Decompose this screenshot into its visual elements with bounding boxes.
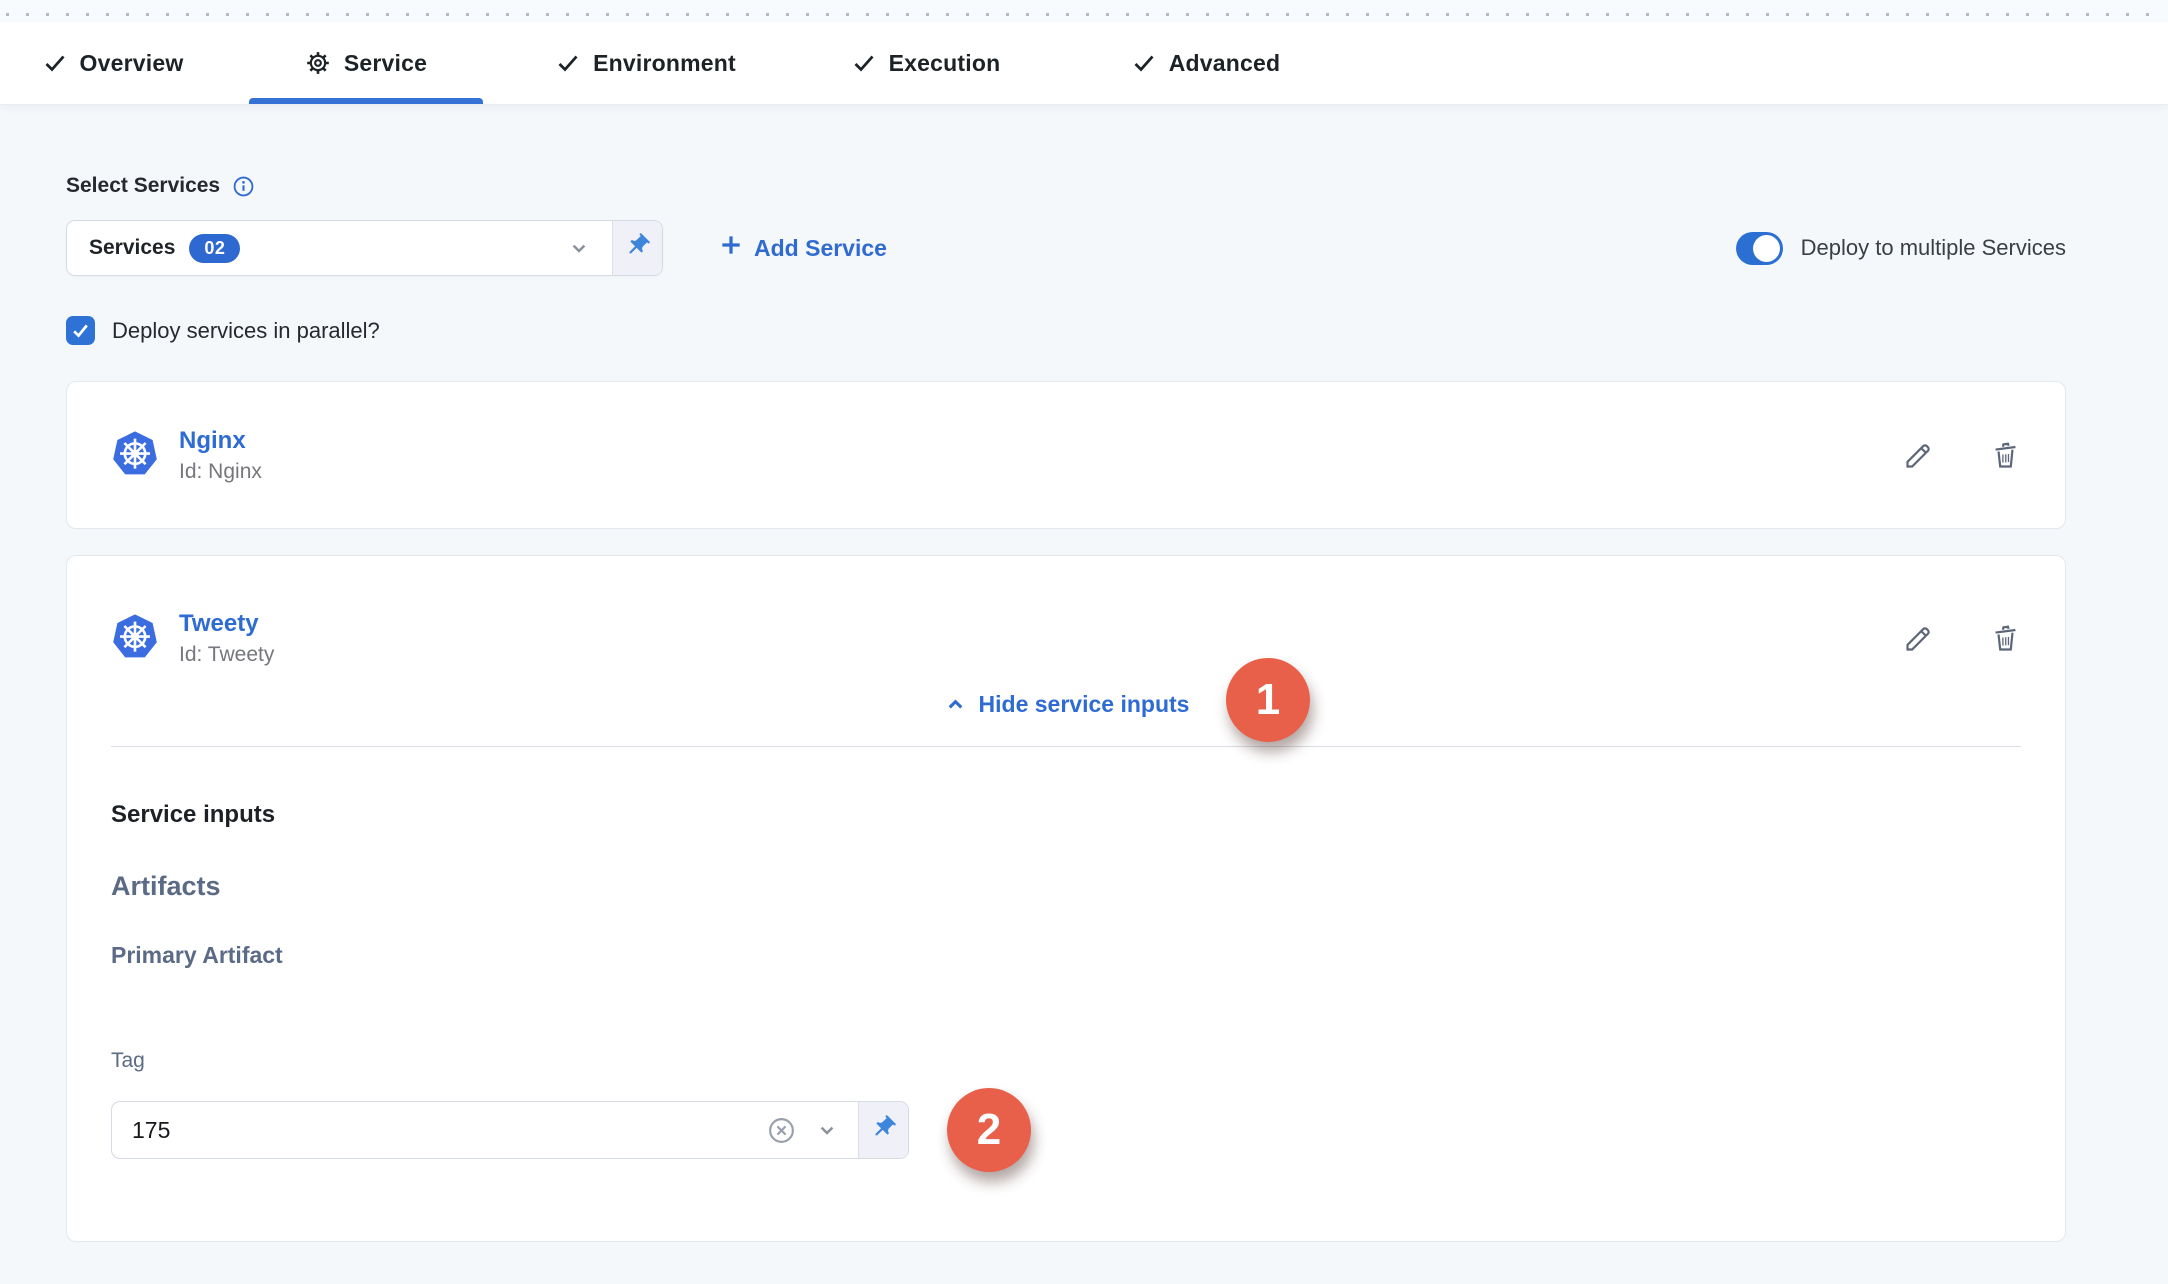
services-control-row: Services 02 A	[66, 220, 2066, 276]
service-inputs-heading: Service inputs	[111, 801, 2021, 829]
clear-icon[interactable]	[767, 1116, 796, 1145]
deploy-multiple-toggle-label: Deploy to multiple Services	[1801, 235, 2066, 261]
service-header: Tweety Id: Tweety	[67, 556, 2065, 667]
check-icon	[43, 51, 67, 75]
service-actions	[1903, 440, 2021, 471]
info-icon[interactable]	[232, 175, 255, 198]
divider	[111, 746, 2021, 747]
tab-label: Execution	[889, 50, 1001, 77]
tab-label: Environment	[593, 50, 736, 77]
chevron-down-icon[interactable]	[814, 1117, 840, 1143]
parallel-checkbox[interactable]	[66, 316, 95, 345]
tab-environment[interactable]: Environment	[506, 22, 786, 104]
multi-services-toggle-group: Deploy to multiple Services	[1736, 232, 2066, 265]
edit-icon[interactable]	[1903, 440, 1934, 471]
gear-icon	[305, 50, 331, 76]
service-card-nginx: Nginx Id: Nginx	[66, 381, 2066, 529]
check-icon	[852, 51, 876, 75]
artifacts-heading: Artifacts	[111, 871, 2021, 902]
parallel-checkbox-label: Deploy services in parallel?	[112, 318, 380, 344]
tag-row: 2	[111, 1088, 2021, 1172]
tag-label: Tag	[111, 1049, 2021, 1073]
tag-field	[112, 1102, 858, 1158]
select-services-label-row: Select Services	[66, 104, 2066, 198]
annotation-badge-1: 1	[1226, 657, 1310, 741]
pin-icon	[870, 1114, 897, 1146]
tab-advanced[interactable]: Advanced	[1066, 22, 1346, 104]
dotted-divider-strip	[0, 0, 2168, 22]
tab-overview[interactable]: Overview	[0, 22, 226, 104]
delete-icon[interactable]	[1990, 623, 2021, 654]
toggle-knob	[1753, 235, 1780, 262]
hide-service-inputs-row: Hide service inputs 1	[67, 691, 2065, 718]
services-dropdown-main[interactable]: Services 02	[67, 221, 612, 275]
chevron-up-icon	[943, 692, 968, 717]
service-id: Id: Nginx	[179, 460, 262, 484]
tab-label: Overview	[80, 50, 184, 77]
check-icon	[1132, 51, 1156, 75]
primary-artifact-heading: Primary Artifact	[111, 942, 2021, 969]
tab-service[interactable]: Service	[226, 22, 506, 104]
service-inputs-body: Service inputs Artifacts Primary Artifac…	[67, 746, 2065, 1172]
delete-icon[interactable]	[1990, 440, 2021, 471]
tab-label: Service	[344, 50, 427, 77]
edit-icon[interactable]	[1903, 623, 1934, 654]
service-card-tweety: Tweety Id: Tweety	[66, 555, 2066, 1242]
stage-tabbar: Overview Service Environment Execution	[0, 22, 2168, 104]
service-name-link[interactable]: Tweety	[179, 610, 274, 638]
select-services-label: Select Services	[66, 174, 220, 198]
service-actions	[1903, 623, 2021, 654]
tag-input[interactable]	[132, 1117, 749, 1144]
check-icon	[556, 51, 580, 75]
plus-icon	[718, 232, 744, 264]
service-tab-content: Select Services Services 02	[0, 104, 2168, 1284]
service-id: Id: Tweety	[179, 643, 274, 667]
service-name-link[interactable]: Nginx	[179, 427, 262, 455]
services-dropdown[interactable]: Services 02	[66, 220, 663, 276]
tag-pin-button[interactable]	[858, 1102, 908, 1158]
pin-icon	[624, 232, 651, 264]
add-service-label: Add Service	[754, 235, 887, 262]
tab-execution[interactable]: Execution	[786, 22, 1066, 104]
tag-control	[111, 1101, 909, 1159]
chevron-down-icon[interactable]	[566, 235, 592, 261]
annotation-badge-2: 2	[947, 1088, 1031, 1172]
services-pin-button[interactable]	[612, 221, 662, 275]
parallel-checkbox-row: Deploy services in parallel?	[66, 316, 2066, 345]
service-titles: Tweety Id: Tweety	[179, 610, 274, 667]
services-count-badge: 02	[189, 234, 240, 263]
kubernetes-icon	[111, 429, 159, 482]
hide-service-inputs-link[interactable]: Hide service inputs	[979, 691, 1190, 718]
add-service-button[interactable]: Add Service	[718, 232, 887, 264]
services-dropdown-value: Services	[89, 236, 175, 260]
kubernetes-icon	[111, 612, 159, 665]
tab-label: Advanced	[1169, 50, 1281, 77]
service-titles: Nginx Id: Nginx	[179, 427, 262, 484]
deploy-multiple-toggle[interactable]	[1736, 232, 1783, 265]
pipeline-stage-page: Overview Service Environment Execution	[0, 0, 2168, 1284]
active-tab-underline	[249, 98, 483, 104]
